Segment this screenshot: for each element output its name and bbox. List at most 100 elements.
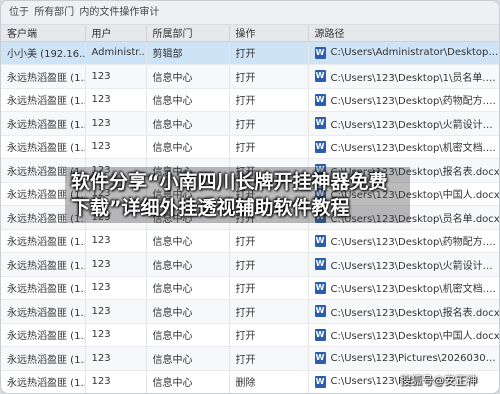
table-row[interactable]: 小小美 (192.16... Administr... 剪辑部 打开 W C:\Users… (1, 41, 499, 65)
cell-client: 永远热滔盈匪 (1... (1, 135, 86, 159)
word-document-icon: W (314, 352, 326, 365)
cell-client: 永远热滔盈匪 (1... (1, 64, 86, 89)
word-document-icon: W (314, 117, 326, 130)
cell-user: 123 (85, 252, 147, 277)
table-row[interactable]: 永远热滔盈匪 (1... 123 信息中心 打开 W C:\Users\123\Pictu… (1, 346, 500, 371)
cell-user: 123 (85, 64, 147, 89)
cell-user: 123 (85, 346, 147, 371)
word-document-icon: W (314, 70, 326, 83)
column-header-user[interactable]: 用户 (85, 25, 147, 42)
table-row[interactable]: 永远热滔盈匪 (1... 123 信息中心 打开 W C:\Users\123\Deskt… (1, 229, 500, 253)
table-row[interactable]: 永远热滔盈匪 (1... 123 信息中心 打开 W C:\Users\123\Deskt… (1, 88, 500, 112)
path-cell-content: W C:\Users\123\Desktop\火箭设计图.d... (314, 257, 500, 272)
cell-user: 123 (85, 88, 147, 112)
path-cell-content: W C:\Users\123\Desktop\机密文档.docx (314, 139, 500, 155)
cell-dept: 信息中心 (146, 64, 230, 89)
cell-client: 永远热滔盈匪 (1... (1, 88, 86, 112)
source-path-text: C:\Users\123\Desktop\报名表.docx (330, 307, 500, 319)
source-path-text: C:\Users\123\Desktop\机密文档.docx (330, 284, 500, 296)
word-document-icon: W (314, 328, 326, 341)
cell-dept: 剪辑部 (146, 41, 230, 65)
cell-client: 永远热滔盈匪 (1... (1, 276, 86, 300)
word-document-icon: W (314, 281, 326, 294)
cell-dept: 信息中心 (146, 346, 230, 371)
cell-source-path: W C:\Users\123\Desktop\中国人.docx (308, 323, 500, 347)
cell-operation: 打开 (229, 88, 309, 112)
path-cell-content: W C:\Users\123\Desktop\中国人.docx (314, 327, 500, 343)
path-cell-content: W C:\Users\Administrator\Desktop\1\... (314, 46, 499, 59)
column-header-operation[interactable]: 操作 (229, 25, 309, 42)
column-header-source-path[interactable]: 源路径 (308, 25, 499, 42)
path-cell-content: W C:\Users\123\Desktop\机密文档.docx (314, 280, 500, 296)
cell-source-path: W C:\Users\Administrator\Desktop\1\... (308, 41, 499, 65)
cell-client: 永远热滔盈匪 (1... (1, 252, 86, 277)
cell-user: Administr... (85, 41, 147, 65)
table-row[interactable]: 永远热滔盈匪 (1... 123 信息中心 打开 W C:\Users\123\Deskt… (1, 323, 500, 347)
source-path-text: C:\Users\123\Desktop\火箭设计图.d... (330, 260, 500, 272)
source-path-text: C:\Users\123\Desktop\药物配方.docx (330, 96, 500, 108)
cell-source-path: W C:\Users\123\Desktop\机密文档.docx (308, 276, 500, 300)
table-row[interactable]: 永远热滔盈匪 (1... 123 信息中心 打开 W C:\Users\123\Deskt… (1, 252, 500, 277)
word-document-icon: W (314, 46, 326, 59)
source-path-text: C:\Users\123\Desktop\中国人.docx (330, 331, 500, 343)
cell-source-path: W C:\Users\123\Desktop\机密文档.docx (308, 135, 500, 159)
cell-source-path: W C:\Users\123\Desktop\报名表.docx (308, 299, 500, 324)
breadcrumb-page: 内的文件操作审计 (79, 7, 160, 18)
cell-client: 小小美 (192.16... (1, 41, 86, 65)
cell-user: 123 (85, 229, 147, 253)
source-path-text: C:\Users\123\Desktop\1\员名单.docx (330, 72, 500, 84)
cell-user: 123 (85, 276, 147, 300)
path-cell-content: W C:\Users\123\Desktop\药物配方.docx (314, 233, 500, 249)
cell-dept: 信息中心 (146, 299, 230, 324)
cell-client: 永远热滔盈匪 (1... (1, 299, 86, 324)
cell-operation: 打开 (229, 299, 309, 324)
cell-client: 永远热滔盈匪 (1... (1, 229, 86, 253)
word-document-icon: W (314, 258, 326, 271)
source-path-text: C:\Users\123\Pictures\2026030918... (330, 352, 500, 364)
table-row[interactable]: 永远热滔盈匪 (1... 123 信息中心 打开 W C:\Users\123\Deskt… (1, 64, 500, 89)
word-document-icon: W (314, 375, 326, 388)
path-cell-content: W C:\Users\123\Desktop\1\员名单.docx (314, 69, 500, 84)
source-path-text: C:\Users\123\Desktop\机密文档.docx (330, 143, 500, 155)
word-document-icon: W (314, 140, 326, 153)
cell-client: 永远热滔盈匪 (1... (1, 370, 86, 393)
source-path-text: C:\Users\123\Desktop\药物配方.docx (330, 237, 500, 249)
word-document-icon: W (314, 305, 326, 318)
cell-client: 永远热滔盈匪 (1... (1, 346, 86, 371)
word-document-icon: W (314, 93, 326, 106)
cell-dept: 信息中心 (146, 135, 230, 159)
cell-source-path: W C:\Users\123\Pictures\2026030918... (308, 346, 500, 371)
cell-source-path: W C:\Users\123\Desktop\火箭设计图.d... (308, 252, 500, 277)
table-row[interactable]: 永远热滔盈匪 (1... 123 信息中心 打开 W C:\Users\123\Deskt… (1, 299, 500, 324)
overlay-title: 软件分享“小南四川长牌开挂神器免费下载”详细外挂透视辅助软件教程 (65, 167, 410, 223)
cell-dept: 信息中心 (146, 252, 230, 277)
breadcrumb: 位于 所有部门 内的文件操作审计 (1, 1, 499, 25)
table-header-row: 客户端 用户 所属部门 操作 源路径 (1, 25, 499, 42)
cell-source-path: W C:\Users\123\Desktop\药物配方.docx (308, 88, 500, 112)
cell-dept: 信息中心 (146, 370, 230, 393)
watermark: 搜狐号@安正神 (400, 374, 477, 387)
cell-operation: 打开 (229, 111, 309, 136)
cell-dept: 信息中心 (146, 323, 230, 347)
cell-operation: 打开 (229, 323, 309, 347)
cell-source-path: W C:\Users\123\Desktop\火箭设计图.d... (308, 111, 499, 136)
table-row[interactable]: 永远热滔盈匪 (1... 123 信息中心 打开 W C:\Users\123\Deskt… (1, 111, 499, 136)
column-header-client[interactable]: 客户端 (1, 25, 86, 42)
path-cell-content: W C:\Users\123\Desktop\火箭设计图.d... (314, 116, 499, 131)
cell-user: 123 (85, 299, 147, 324)
cell-dept: 信息中心 (146, 111, 230, 136)
column-header-dept[interactable]: 所属部门 (146, 25, 230, 42)
breadcrumb-scope[interactable]: 所有部门 (34, 7, 74, 18)
cell-operation: 删除 (229, 370, 309, 393)
cell-operation: 打开 (229, 135, 309, 159)
cell-operation: 打开 (229, 229, 309, 253)
table-row[interactable]: 永远热滔盈匪 (1... 123 信息中心 打开 W C:\Users\123\Deskt… (1, 135, 500, 159)
cell-source-path: W C:\Users\123\Desktop\1\员名单.docx (308, 64, 500, 89)
cell-user: 123 (85, 111, 147, 136)
cell-operation: 打开 (229, 64, 309, 89)
cell-dept: 信息中心 (146, 88, 230, 112)
table-row[interactable]: 永远热滔盈匪 (1... 123 信息中心 打开 W C:\Users\123\Deskt… (1, 276, 500, 300)
cell-source-path: W C:\Users\123\Desktop\药物配方.docx (308, 229, 500, 253)
word-document-icon: W (314, 234, 326, 247)
cell-dept: 信息中心 (146, 229, 230, 253)
